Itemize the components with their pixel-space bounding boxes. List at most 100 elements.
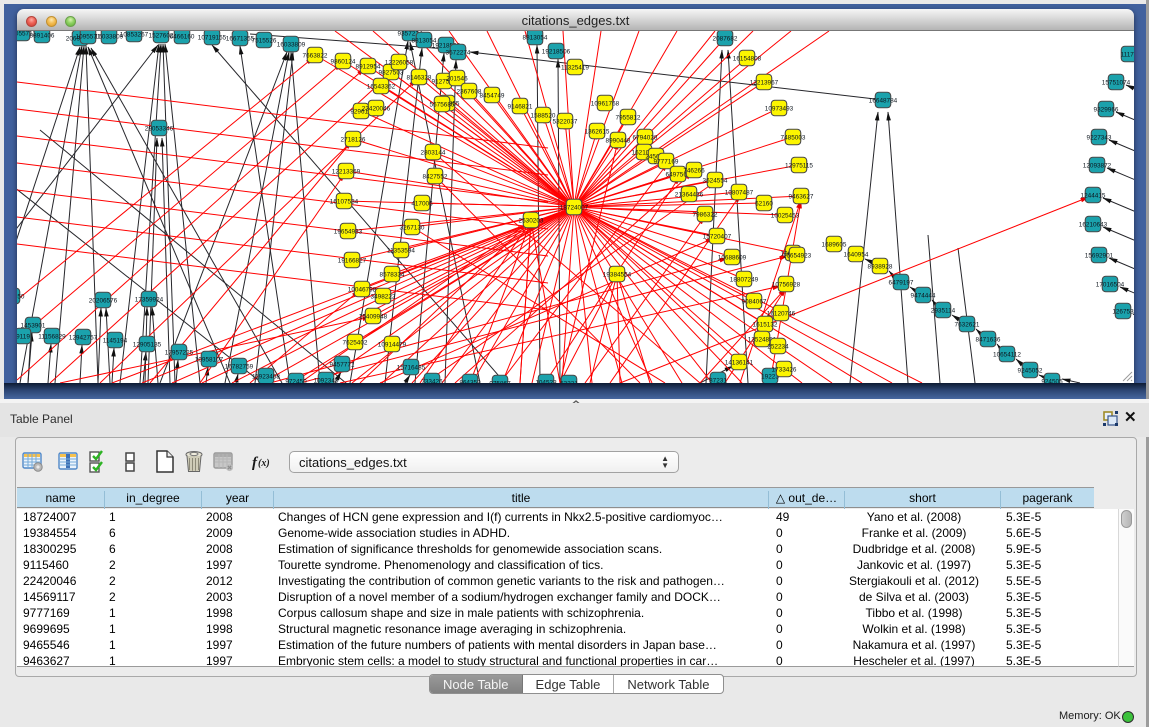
svg-text:9777169: 9777169 bbox=[654, 158, 679, 165]
svg-text:5322037: 5322037 bbox=[553, 118, 578, 125]
svg-text:201546: 201546 bbox=[446, 75, 468, 82]
svg-text:21364436: 21364436 bbox=[675, 191, 704, 198]
svg-text:3572274: 3572274 bbox=[446, 49, 471, 56]
svg-text:16671355: 16671355 bbox=[226, 35, 255, 42]
svg-text:23420046: 23420046 bbox=[362, 105, 391, 112]
svg-text:3498222: 3498222 bbox=[371, 293, 396, 300]
svg-text:7663822: 7663822 bbox=[303, 52, 328, 59]
svg-text:1689605: 1689605 bbox=[822, 241, 847, 248]
svg-text:6794028: 6794028 bbox=[633, 134, 658, 141]
svg-text:10973493: 10973493 bbox=[765, 105, 794, 112]
svg-text:10688609: 10688609 bbox=[718, 254, 747, 261]
svg-text:19654933: 19654933 bbox=[334, 228, 363, 235]
svg-text:9329966: 9329966 bbox=[1094, 106, 1119, 113]
svg-text:417006: 417006 bbox=[411, 200, 433, 207]
svg-text:17957225: 17957225 bbox=[165, 349, 194, 356]
svg-text:16033809: 16033809 bbox=[277, 41, 306, 48]
svg-text:16107534: 16107534 bbox=[330, 198, 359, 205]
svg-text:11172: 11172 bbox=[1121, 51, 1134, 58]
svg-text:16210643: 16210643 bbox=[1079, 221, 1108, 228]
svg-text:9463627: 9463627 bbox=[789, 193, 814, 200]
svg-text:8990448: 8990448 bbox=[606, 137, 631, 144]
svg-text:20206576: 20206576 bbox=[89, 297, 118, 304]
svg-text:10756928: 10756928 bbox=[772, 281, 801, 288]
svg-text:15409948: 15409948 bbox=[359, 313, 388, 320]
svg-text:2935114: 2935114 bbox=[931, 307, 956, 314]
svg-text:7485003: 7485003 bbox=[781, 134, 806, 141]
svg-text:8471636: 8471636 bbox=[976, 336, 1001, 343]
svg-text:15720407: 15720407 bbox=[703, 233, 732, 240]
svg-text:2367608: 2367608 bbox=[457, 88, 482, 95]
svg-text:16543362: 16543362 bbox=[367, 83, 396, 90]
svg-text:9827503: 9827503 bbox=[379, 69, 404, 76]
svg-text:9860124: 9860124 bbox=[331, 58, 356, 65]
svg-text:16648784: 16648784 bbox=[869, 97, 898, 104]
svg-text:7986322: 7986322 bbox=[693, 211, 718, 218]
svg-text:14136141: 14136141 bbox=[725, 359, 754, 366]
svg-text:12942757: 12942757 bbox=[69, 334, 98, 341]
svg-text:10046798: 10046798 bbox=[348, 286, 377, 293]
svg-text:17359924: 17359924 bbox=[135, 296, 164, 303]
svg-text:16154808: 16154808 bbox=[733, 55, 762, 62]
svg-text:18807249: 18807249 bbox=[730, 276, 759, 283]
svg-text:10914479: 10914479 bbox=[378, 341, 407, 348]
svg-text:19384554: 19384554 bbox=[603, 271, 632, 278]
svg-text:11353594: 11353594 bbox=[387, 247, 415, 254]
svg-text:12213369: 12213369 bbox=[332, 168, 361, 175]
svg-text:12975115: 12975115 bbox=[785, 162, 813, 169]
svg-text:5675685: 5675685 bbox=[430, 101, 455, 108]
svg-text:8578334: 8578334 bbox=[380, 271, 405, 278]
svg-text:12226058: 12226058 bbox=[385, 59, 414, 66]
svg-text:7515526: 7515526 bbox=[252, 37, 277, 44]
svg-text:2087682: 2087682 bbox=[713, 35, 738, 42]
svg-text:2803144: 2803144 bbox=[421, 149, 446, 156]
svg-text:19166827: 19166827 bbox=[338, 257, 367, 264]
svg-text:16782759: 16782759 bbox=[225, 363, 254, 370]
svg-text:252234: 252234 bbox=[767, 343, 789, 350]
svg-text:10958107: 10958107 bbox=[195, 356, 224, 363]
svg-text:2626950: 2626950 bbox=[17, 293, 25, 300]
svg-text:9457771: 9457771 bbox=[330, 361, 355, 368]
svg-text:1145194: 1145194 bbox=[103, 337, 128, 344]
svg-text:9146821: 9146821 bbox=[508, 103, 533, 110]
svg-text:17016504: 17016504 bbox=[1096, 281, 1125, 288]
svg-text:12213967: 12213967 bbox=[750, 79, 779, 86]
svg-text:7625402: 7625402 bbox=[343, 339, 368, 346]
svg-text:9119: 9119 bbox=[17, 333, 30, 340]
svg-text:6466160: 6466160 bbox=[170, 33, 195, 40]
svg-text:18724007: 18724007 bbox=[560, 204, 589, 211]
svg-text:11325419: 11325419 bbox=[561, 64, 589, 71]
svg-text:6479197: 6479197 bbox=[889, 279, 914, 286]
svg-text:126753: 126753 bbox=[1112, 308, 1134, 315]
svg-text:11156829: 11156829 bbox=[38, 333, 66, 340]
svg-text:9084067: 9084067 bbox=[742, 298, 767, 305]
svg-text:10025453: 10025453 bbox=[771, 212, 800, 219]
svg-text:2718126: 2718126 bbox=[341, 136, 366, 143]
svg-text:11923468: 11923468 bbox=[252, 373, 280, 380]
svg-text:9474444: 9474444 bbox=[911, 292, 936, 299]
svg-text:2530203: 2530203 bbox=[519, 217, 544, 224]
svg-text:746266: 746266 bbox=[683, 167, 705, 174]
svg-text:1615132: 1615132 bbox=[753, 321, 778, 328]
svg-text:9245052: 9245052 bbox=[1018, 367, 1043, 374]
svg-text:10853267: 10853267 bbox=[120, 31, 149, 38]
svg-text:10807487: 10807487 bbox=[725, 189, 754, 196]
svg-text:3624554: 3624554 bbox=[703, 177, 728, 184]
svg-text:10654112: 10654112 bbox=[993, 351, 1021, 358]
svg-text:12905135: 12905135 bbox=[133, 341, 162, 348]
svg-text:8427552: 8427552 bbox=[423, 173, 448, 180]
svg-text:12093872: 12093872 bbox=[1083, 162, 1112, 169]
svg-text:16654923: 16654923 bbox=[783, 252, 812, 259]
svg-text:1640954: 1640954 bbox=[844, 251, 869, 258]
svg-text:(x): (x) bbox=[258, 458, 270, 469]
svg-text:29053346: 29053346 bbox=[145, 125, 174, 132]
svg-text:1362615: 1362615 bbox=[585, 128, 610, 135]
svg-text:15692901: 15692901 bbox=[1085, 252, 1114, 259]
svg-text:1733426: 1733426 bbox=[772, 366, 797, 373]
svg-text:10719155: 10719155 bbox=[198, 34, 227, 41]
svg-text:9227343: 9227343 bbox=[1087, 134, 1112, 141]
svg-text:8938928: 8938928 bbox=[868, 263, 893, 270]
svg-text:8813054: 8813054 bbox=[523, 34, 548, 41]
svg-text:8146328: 8146328 bbox=[407, 74, 432, 81]
svg-text:7632621: 7632621 bbox=[955, 321, 980, 328]
